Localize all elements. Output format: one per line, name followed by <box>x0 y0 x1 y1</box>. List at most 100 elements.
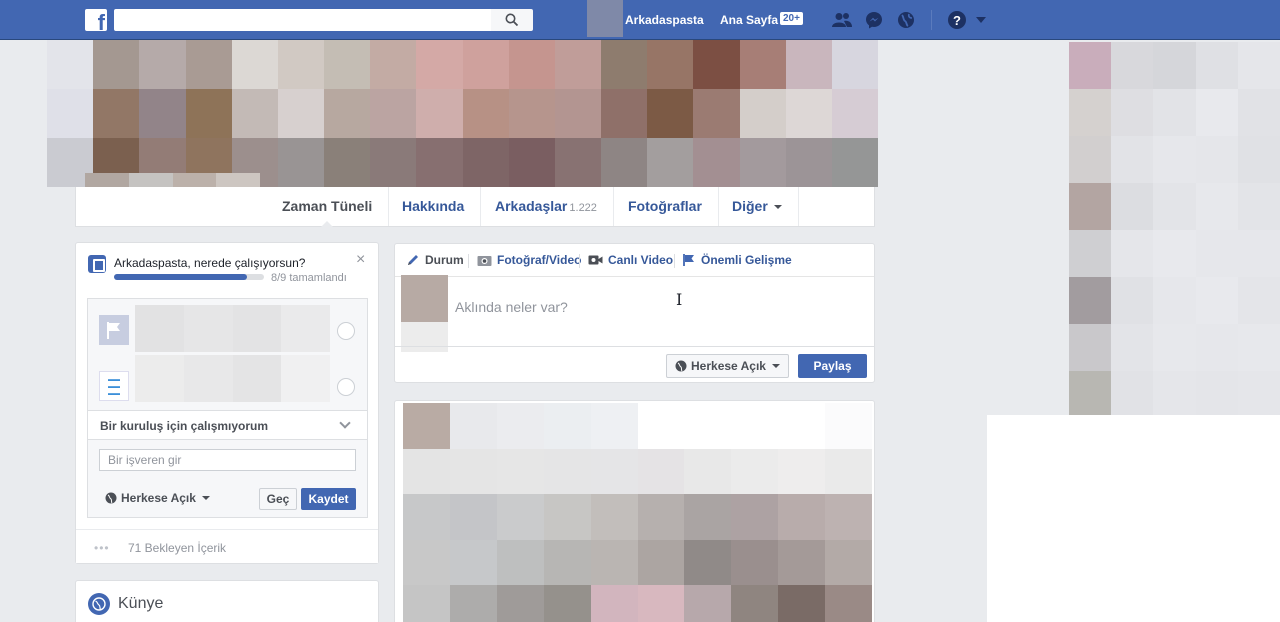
privacy-selector[interactable]: Herkese Açık <box>105 491 210 505</box>
tab-photos[interactable]: Fotoğraflar <box>612 187 719 226</box>
mosaic-cell <box>1111 42 1154 89</box>
mosaic-cell <box>135 305 184 352</box>
suggestion-row[interactable]: ▬▬ ▬▬ ▬▬ <box>88 355 367 411</box>
account-caret-icon[interactable] <box>971 10 991 30</box>
mosaic-cell <box>496 539 544 586</box>
mosaic-cell <box>139 89 186 138</box>
mosaic-cell <box>778 448 826 495</box>
mosaic-cell <box>232 305 282 352</box>
search-button[interactable] <box>491 9 533 31</box>
mosaic-cell <box>739 138 786 187</box>
mosaic-cell <box>647 89 694 138</box>
mosaic-cell <box>543 448 591 495</box>
mosaic-cell <box>1195 89 1238 136</box>
mosaic-cell <box>496 403 544 449</box>
mosaic-cell <box>1111 89 1154 136</box>
right-sidebar-content <box>1069 42 1280 418</box>
mosaic-cell <box>1153 277 1196 324</box>
mosaic-cell <box>508 138 555 187</box>
save-button[interactable]: Kaydet <box>301 488 356 510</box>
profile-name-link[interactable]: Arkadaspasta <box>625 13 704 27</box>
composer-tab-status[interactable]: Durum <box>406 253 464 267</box>
mosaic-cell <box>183 355 233 402</box>
privacy-label: Herkese Açık <box>121 491 196 505</box>
mosaic-cell <box>1195 42 1238 89</box>
tab-friends[interactable]: Arkadaşlar 1.222 <box>479 187 614 226</box>
profile-avatar-thumbnail[interactable] <box>587 0 623 37</box>
mosaic-cell <box>543 539 591 586</box>
friends-icon[interactable] <box>832 10 852 30</box>
mosaic-cell <box>1111 136 1154 183</box>
mosaic-cell <box>324 89 371 138</box>
mosaic-cell <box>449 494 497 540</box>
mosaic-cell <box>1069 183 1112 230</box>
facebook-logo[interactable]: f <box>85 9 107 34</box>
share-button[interactable]: Paylaş <box>798 354 867 378</box>
mosaic-cell <box>403 448 450 495</box>
notifications-globe-icon[interactable] <box>896 10 916 30</box>
suggestion-radio[interactable] <box>337 322 355 340</box>
mosaic-cell <box>416 89 463 138</box>
employer-input[interactable] <box>99 449 356 471</box>
tab-more[interactable]: Diğer <box>716 187 799 226</box>
home-link[interactable]: Ana Sayfa <box>720 13 778 27</box>
mosaic-cell <box>496 448 544 495</box>
composer-tab-live-video[interactable]: Canlı Video <box>588 253 673 267</box>
mosaic-cell <box>1195 324 1238 371</box>
no-business-option[interactable]: Bir kuruluş için çalışmıyorum <box>88 410 367 440</box>
mosaic-cell <box>554 89 601 138</box>
composer-tab-label: Canlı Video <box>608 253 674 267</box>
mosaic-cell <box>281 355 330 402</box>
composer-tab-life-event[interactable]: Önemli Gelişme <box>682 253 792 267</box>
suggestion-name-redacted <box>135 305 330 352</box>
mosaic-cell <box>1111 183 1154 230</box>
mosaic-cell <box>601 40 648 89</box>
help-icon[interactable]: ? <box>947 10 967 30</box>
composer-tab-label: Fotoğraf/Video <box>497 253 582 267</box>
tab-about[interactable]: Hakkında <box>386 187 482 226</box>
composer-input[interactable]: Aklında neler var? <box>455 299 568 315</box>
skip-button[interactable]: Geç <box>259 488 297 510</box>
mosaic-cell <box>1111 324 1154 371</box>
mosaic-cell <box>1069 89 1112 136</box>
mosaic-cell <box>637 403 685 449</box>
mosaic-cell <box>825 494 872 540</box>
close-icon[interactable]: × <box>356 251 365 269</box>
svg-text:?: ? <box>953 13 961 28</box>
tab-timeline[interactable]: Zaman Tüneli <box>266 187 390 227</box>
mosaic-cell <box>1153 136 1196 183</box>
mosaic-cell <box>1195 183 1238 230</box>
mosaic-cell <box>324 40 371 89</box>
mosaic-cell <box>684 539 732 586</box>
tab-separator <box>674 254 675 268</box>
suggestion-radio[interactable] <box>337 378 355 396</box>
mosaic-cell <box>93 40 140 89</box>
mosaic-cell <box>693 138 740 187</box>
mosaic-cell <box>543 494 591 540</box>
audience-selector[interactable]: Herkese Açık <box>666 354 789 378</box>
mosaic-cell <box>778 403 826 449</box>
composer-tab-photo-video[interactable]: Fotoğraf/Video <box>477 253 581 267</box>
search-input[interactable] <box>114 9 491 31</box>
mosaic-cell <box>778 494 826 540</box>
pencil-icon <box>408 255 418 265</box>
mosaic-cell <box>1153 324 1196 371</box>
post-image-redacted[interactable] <box>403 403 872 622</box>
pending-content-row[interactable]: ••• 71 Bekleyen İçerik <box>76 529 378 563</box>
mosaic-cell <box>731 494 779 540</box>
mosaic-cell <box>93 89 140 138</box>
suggestion-row[interactable] <box>88 299 367 355</box>
mosaic-cell <box>785 138 832 187</box>
messenger-icon[interactable] <box>864 10 884 30</box>
mosaic-cell <box>462 40 509 89</box>
mosaic-cell <box>637 494 685 540</box>
mosaic-cell <box>183 305 233 352</box>
search-icon <box>505 13 519 27</box>
mosaic-cell <box>831 138 878 187</box>
mosaic-cell <box>554 138 601 187</box>
cover-photo[interactable] <box>47 40 878 187</box>
mosaic-cell <box>496 494 544 540</box>
mosaic-cell <box>1153 230 1196 277</box>
intro-card: Künye <box>75 580 379 622</box>
mosaic-cell <box>637 448 685 495</box>
